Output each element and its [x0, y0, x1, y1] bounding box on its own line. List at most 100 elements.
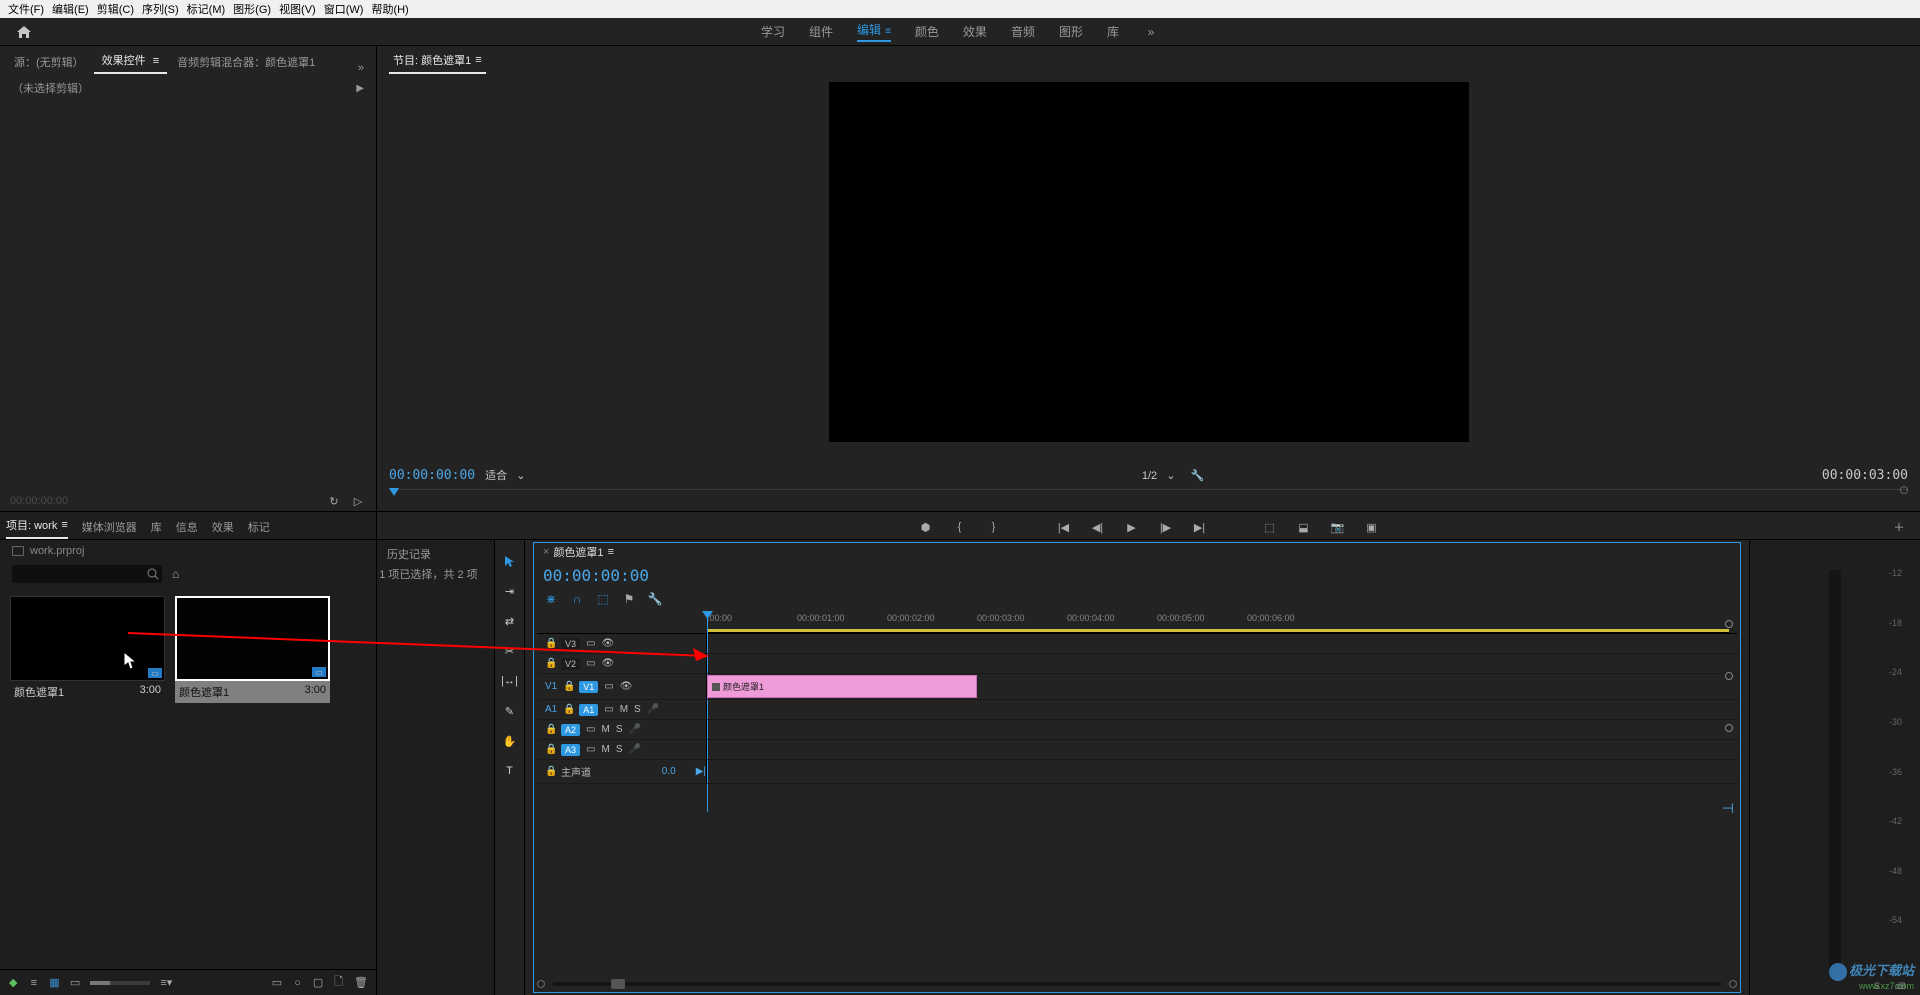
program-viewer[interactable] — [829, 82, 1469, 442]
pen-tool-icon[interactable]: ✎ — [499, 700, 521, 722]
lock-icon[interactable]: 🔒 — [545, 724, 555, 735]
timeline-zoom-bar[interactable] — [537, 979, 1737, 989]
solo-icon[interactable]: S — [634, 704, 641, 715]
lock-icon[interactable]: 🔒 — [545, 766, 555, 777]
project-item[interactable]: ▭ 颜色遮罩13:00 — [175, 596, 330, 703]
export-frame-icon[interactable]: 📷 — [1329, 518, 1347, 536]
ws-edit[interactable]: 编辑≡ — [857, 21, 891, 42]
go-to-out-icon[interactable]: ▶| — [1191, 518, 1209, 536]
lock-icon[interactable]: 🔒 — [563, 681, 573, 692]
tab-source[interactable]: 源：(无剪辑） — [6, 50, 92, 74]
type-tool-icon[interactable]: T — [499, 760, 521, 782]
lock-write-icon[interactable]: ◆ — [8, 975, 19, 991]
tab-audio-clip-mixer[interactable]: 音频剪辑混合器：颜色遮罩1 — [169, 50, 323, 74]
solo-icon[interactable]: S — [616, 744, 623, 755]
lock-icon[interactable]: 🔒 — [545, 658, 555, 669]
panel-menu-icon[interactable]: ≡ — [475, 54, 481, 66]
track-expand-icon[interactable] — [1725, 724, 1733, 732]
track-header-v1[interactable]: V1🔒V1▭👁 — [537, 674, 706, 700]
new-bin-icon[interactable]: ▢ — [313, 975, 324, 991]
track-v1[interactable]: 颜色遮罩1 — [707, 674, 1737, 700]
search-input[interactable] — [12, 565, 162, 583]
track-a3[interactable] — [707, 740, 1737, 760]
icon-view-icon[interactable]: ▦ — [49, 975, 60, 991]
toggle-output-icon[interactable]: ▭ — [586, 638, 595, 649]
ripple-edit-tool-icon[interactable]: ⇄ — [499, 610, 521, 632]
tab-project[interactable]: 项目: work ≡ — [6, 513, 68, 539]
track-header-a3[interactable]: 🔒A3▭MS🎤 — [537, 740, 706, 760]
ws-library[interactable]: 库 — [1107, 23, 1119, 40]
menu-graphics[interactable]: 图形(G) — [229, 1, 275, 17]
wrench-icon[interactable]: 🔧 — [647, 591, 663, 607]
tab-media-browser[interactable]: 媒体浏览器 — [82, 515, 137, 539]
play-only-icon[interactable]: ▷ — [350, 493, 366, 509]
audio-meter-bar[interactable] — [1829, 570, 1841, 975]
tab-effects[interactable]: 效果 — [212, 515, 234, 539]
mute-icon[interactable]: M — [601, 724, 609, 735]
track-a1[interactable] — [707, 700, 1737, 720]
freeform-view-icon[interactable]: ▭ — [70, 975, 81, 991]
track-v3[interactable] — [707, 634, 1737, 654]
voice-over-icon[interactable]: 🎤 — [647, 704, 659, 715]
timeline-timecode[interactable]: 00:00:00:00 — [525, 564, 1749, 587]
menu-sequence[interactable]: 序列(S) — [138, 1, 183, 17]
filter-bin-icon[interactable]: ⌂ — [172, 566, 179, 582]
step-back-icon[interactable]: ◀| — [1089, 518, 1107, 536]
toggle-output-icon[interactable]: ▭ — [604, 704, 613, 715]
source-patch[interactable]: A1 — [545, 704, 557, 715]
menu-view[interactable]: 视图(V) — [275, 1, 320, 17]
new-item-icon[interactable]: 🗋 — [333, 975, 344, 991]
zoom-handle-r-icon[interactable] — [1729, 980, 1737, 988]
zoom-handle-l-icon[interactable] — [537, 980, 545, 988]
toggle-output-icon[interactable]: ▭ — [586, 724, 595, 735]
mark-out-icon[interactable]: } — [985, 518, 1003, 536]
project-search[interactable] — [12, 565, 162, 583]
clip-color-matte[interactable]: 颜色遮罩1 — [707, 675, 977, 698]
home-button[interactable] — [12, 22, 36, 42]
ws-overflow-icon[interactable]: » — [1143, 24, 1159, 40]
track-header-a1[interactable]: A1🔒A1▭MS🎤 — [537, 700, 706, 720]
zoom-thumb[interactable] — [611, 979, 625, 989]
lift-icon[interactable]: ⬚ — [1261, 518, 1279, 536]
tab-info[interactable]: 信息 — [176, 515, 198, 539]
ws-menu-icon[interactable]: ≡ — [885, 26, 891, 37]
source-tc[interactable]: 00:00:00:00 — [10, 495, 68, 507]
menu-marker[interactable]: 标记(M) — [183, 1, 230, 17]
project-thumbnail[interactable]: ▭ — [10, 596, 165, 681]
toggle-output-icon[interactable]: ▭ — [604, 681, 613, 692]
track-expand-icon[interactable] — [1725, 620, 1733, 628]
hand-tool-icon[interactable]: ✋ — [499, 730, 521, 752]
slip-tool-icon[interactable]: |↔| — [499, 670, 521, 692]
track-a2[interactable] — [707, 720, 1737, 740]
skip-icon[interactable]: ▶| — [696, 766, 706, 777]
menu-window[interactable]: 窗口(W) — [320, 1, 368, 17]
voice-over-icon[interactable]: 🎤 — [628, 744, 640, 755]
timeline-settings-icon[interactable]: ⚑ — [621, 591, 637, 607]
tab-markers[interactable]: 标记 — [248, 515, 270, 539]
timeline-ruler[interactable]: :00:00 00:00:01:00 00:00:02:00 00:00:03:… — [707, 611, 1729, 633]
source-tabs-overflow-icon[interactable]: » — [352, 62, 370, 74]
list-view-icon[interactable]: ≡ — [29, 975, 40, 991]
track-header-a2[interactable]: 🔒A2▭MS🎤 — [537, 720, 706, 740]
find-icon[interactable]: ○ — [292, 975, 303, 991]
lock-icon[interactable]: 🔒 — [563, 704, 573, 715]
ws-audio[interactable]: 音频 — [1011, 23, 1035, 40]
tab-library[interactable]: 库 — [151, 515, 162, 539]
extract-icon[interactable]: ⬓ — [1295, 518, 1313, 536]
toggle-output-icon[interactable]: ▭ — [586, 744, 595, 755]
menu-clip[interactable]: 剪辑(C) — [93, 1, 138, 17]
go-to-in-icon[interactable]: |◀ — [1055, 518, 1073, 536]
menu-help[interactable]: 帮助(H) — [367, 1, 412, 17]
eye-icon[interactable]: 👁 — [601, 658, 613, 669]
linked-selection-icon[interactable]: ∩ — [569, 591, 585, 607]
main-menu-bar[interactable]: 文件(F) 编辑(E) 剪辑(C) 序列(S) 标记(M) 图形(G) 视图(V… — [0, 0, 1920, 18]
tab-history[interactable]: 历史记录 — [377, 540, 494, 569]
panel-menu-icon[interactable]: ≡ — [153, 55, 159, 67]
main-volume[interactable]: 0.0 — [662, 766, 676, 777]
sort-icon[interactable]: ≡▾ — [160, 975, 172, 991]
zoom-fit-dropdown[interactable]: 适合 ⌄ — [485, 467, 525, 483]
playhead-icon[interactable] — [389, 488, 399, 496]
eye-icon[interactable]: 👁 — [620, 681, 632, 692]
lock-icon[interactable]: 🔒 — [545, 744, 555, 755]
resolution-dropdown[interactable]: 1/2 ⌄ — [1142, 469, 1176, 482]
